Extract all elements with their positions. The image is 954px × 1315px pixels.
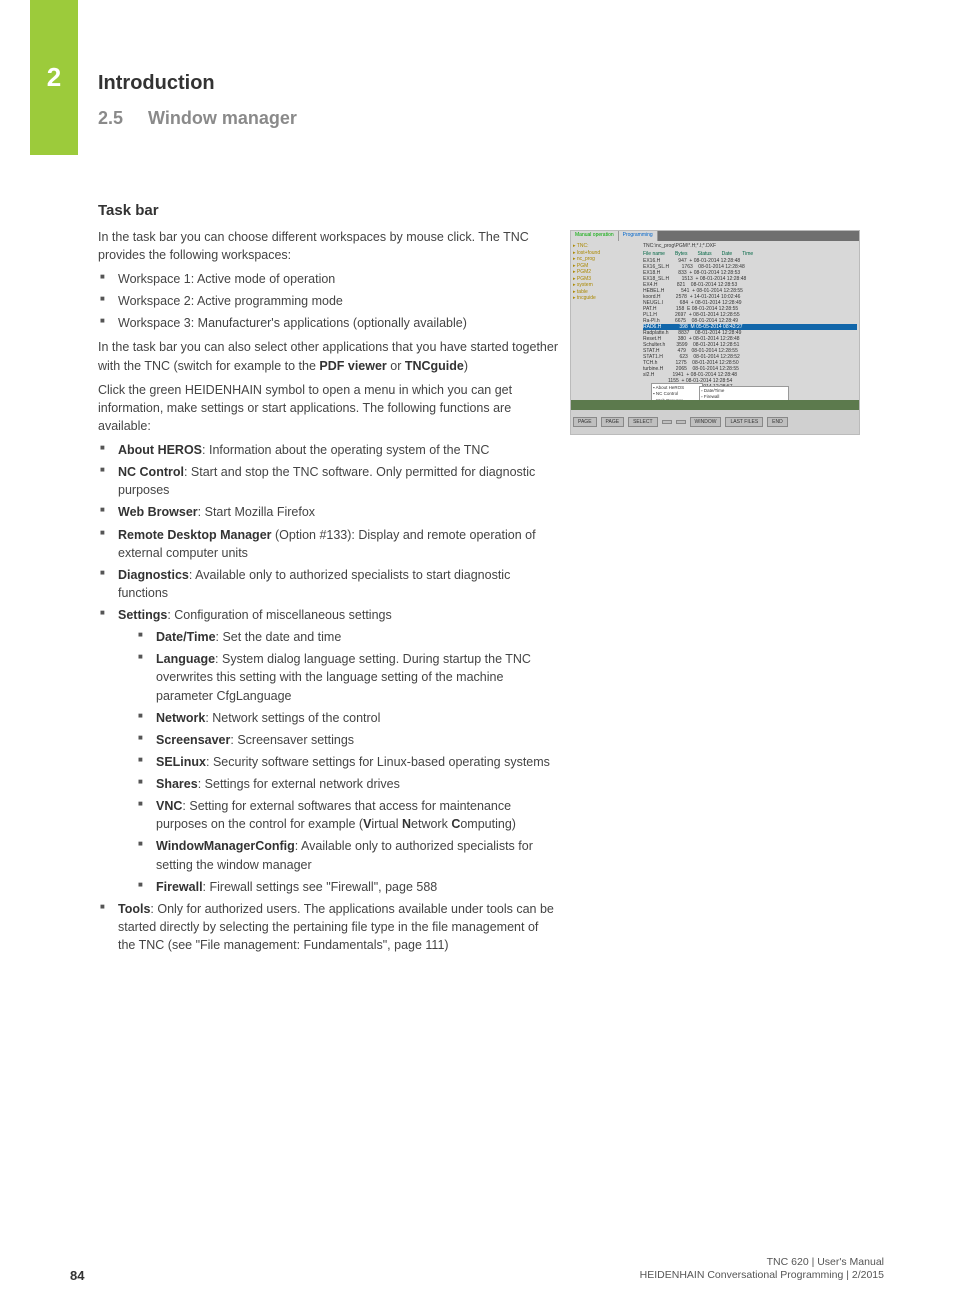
list-item: Date/Time: Set the date and time [136,628,558,646]
page-footer: 84 TNC 620 | User's Manual HEIDENHAIN Co… [70,1256,884,1283]
paragraph: Click the green HEIDENHAIN symbol to ope… [98,381,558,435]
shot-taskbar [571,400,859,410]
tnc-screenshot: Manual operation Programming ▸ TNC:▸ los… [570,230,860,435]
section-name: Window manager [148,108,297,128]
task-bar-heading: Task bar [98,200,558,222]
shot-softkeys: PAGEPAGESELECTWINDOWLAST FILESEND [571,410,859,434]
section-heading: 2.5 Window manager [98,108,297,129]
list-item: Settings: Configuration of miscellaneous… [98,606,558,896]
body-content: Task bar In the task bar you can choose … [98,200,558,960]
workspace-list: Workspace 1: Active mode of operation Wo… [98,270,558,332]
page-number: 84 [70,1268,84,1283]
shot-path: TNC:\nc_prog\PGM\*.H;*.I;*.DXF [643,243,857,249]
list-item: NC Control: Start and stop the TNC softw… [98,463,558,499]
paragraph: In the task bar you can choose different… [98,228,558,264]
footer-meta: TNC 620 | User's Manual HEIDENHAIN Conve… [640,1256,884,1283]
list-item: Firewall: Firewall settings see "Firewal… [136,878,558,896]
list-item: Language: System dialog language setting… [136,650,558,704]
shot-tab-programming: Programming [619,231,658,241]
list-item: Workspace 2: Active programming mode [98,292,558,310]
shot-rows: EX16.H 947 + 08-01-2014 12:28:48EX16_SL.… [643,258,857,390]
list-item: SELinux: Security software settings for … [136,753,558,771]
list-item: Workspace 1: Active mode of operation [98,270,558,288]
chapter-number: 2 [30,62,78,93]
chapter-title: Introduction [98,72,215,95]
section-number: 2.5 [98,108,123,128]
list-item: WindowManagerConfig: Available only to a… [136,837,558,873]
shot-columns: File nameBytesStatusDateTime [643,251,857,257]
shot-file-tree: ▸ TNC:▸ lost+found ▸ nc_prog ▸ PGM ▸ PGM… [571,241,641,411]
list-item: Web Browser: Start Mozilla Firefox [98,503,558,521]
list-item: Remote Desktop Manager (Option #133): Di… [98,526,558,562]
list-item: Tools: Only for authorized users. The ap… [98,900,558,954]
paragraph: In the task bar you can also select othe… [98,338,558,374]
function-list: About HEROS: Information about the opera… [98,441,558,954]
shot-tab-manual: Manual operation [571,231,619,241]
shot-header: Manual operation Programming [571,231,859,241]
list-item: VNC: Setting for external softwares that… [136,797,558,833]
list-item: Network: Network settings of the control [136,709,558,727]
list-item: Shares: Settings for external network dr… [136,775,558,793]
list-item: Diagnostics: Available only to authorize… [98,566,558,602]
list-item: About HEROS: Information about the opera… [98,441,558,459]
list-item: Screensaver: Screensaver settings [136,731,558,749]
list-item: Workspace 3: Manufacturer's applications… [98,314,558,332]
